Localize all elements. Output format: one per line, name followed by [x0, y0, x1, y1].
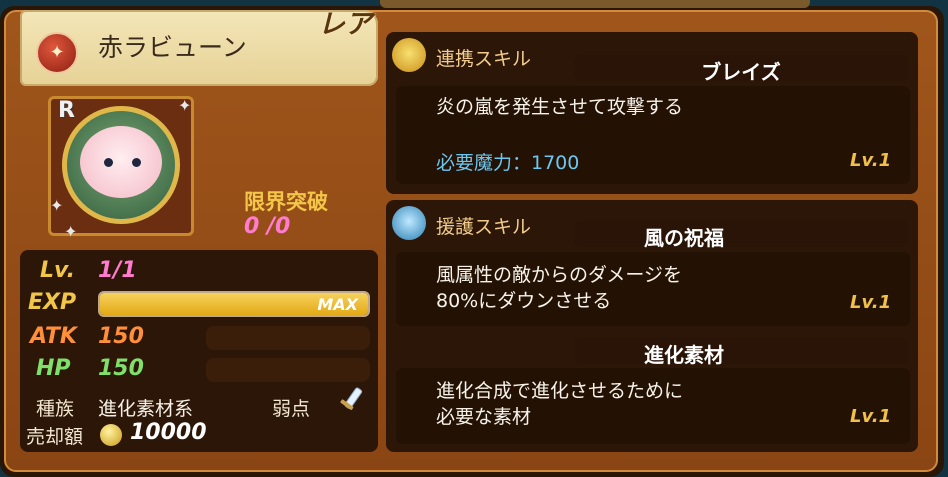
link-skill-level: Lv.1 [850, 150, 892, 171]
atk-value: 150 [98, 324, 144, 349]
corner-star-icon: ✦ [178, 96, 192, 115]
corner-star-icon: ✦ [50, 196, 64, 215]
top-edge [380, 0, 810, 8]
evolution-desc-line1: 進化合成で進化させるために [436, 380, 684, 402]
exp-bar: MAX [98, 291, 370, 317]
required-mana: 必要魔力：1700 [436, 152, 580, 174]
race-label: 種族 [36, 398, 75, 420]
rarity-label: レア [318, 9, 372, 40]
link-skill-description: 炎の嵐を発生させて攻撃する [436, 96, 684, 118]
link-skill-title: 連携スキル [436, 48, 532, 70]
limit-break-value: 0 /0 [244, 214, 291, 239]
support-skill-desc-line2: 80%にダウンさせる [436, 290, 612, 312]
link-skill-icon [392, 38, 426, 72]
eye-left [104, 158, 113, 167]
eye-right [132, 158, 141, 167]
hp-label: HP [36, 356, 71, 381]
support-skill-icon [392, 206, 426, 240]
level-value: 1/1 [98, 258, 137, 283]
evolution-level: Lv.1 [850, 406, 892, 427]
support-skill-name: 風の祝福 [644, 226, 724, 250]
evolution-desc-line2: 必要な素材 [436, 406, 532, 428]
link-skill-name: ブレイズ [701, 60, 781, 84]
limit-break-label: 限界突破 [244, 190, 328, 214]
sell-price-label: 売却額 [26, 426, 84, 448]
rabbit-face-icon [80, 126, 162, 198]
hp-value: 150 [98, 356, 144, 381]
level-label: Lv. [40, 258, 75, 283]
fire-emblem-icon: ✦ [36, 32, 78, 74]
sell-price-value: 10000 [130, 420, 207, 445]
support-skill-title: 援護スキル [436, 216, 532, 238]
atk-bonus-bar [206, 326, 370, 350]
exp-bar-text: MAX [317, 295, 358, 314]
support-skill-desc-line1: 風属性の敵からのダメージを [436, 264, 683, 286]
exp-label: EXP [28, 290, 77, 315]
weakness-label: 弱点 [272, 398, 311, 420]
coin-icon [100, 424, 122, 446]
evolution-name: 進化素材 [644, 343, 724, 367]
atk-label: ATK [30, 324, 77, 349]
race-value: 進化素材系 [98, 398, 194, 420]
corner-star-icon: ✦ [64, 222, 78, 241]
support-skill-level: Lv.1 [850, 292, 892, 313]
rank-badge: R [58, 98, 75, 123]
hp-bonus-bar [206, 358, 370, 382]
unit-name: 赤ラビューン [98, 33, 247, 62]
sword-icon [332, 384, 368, 420]
